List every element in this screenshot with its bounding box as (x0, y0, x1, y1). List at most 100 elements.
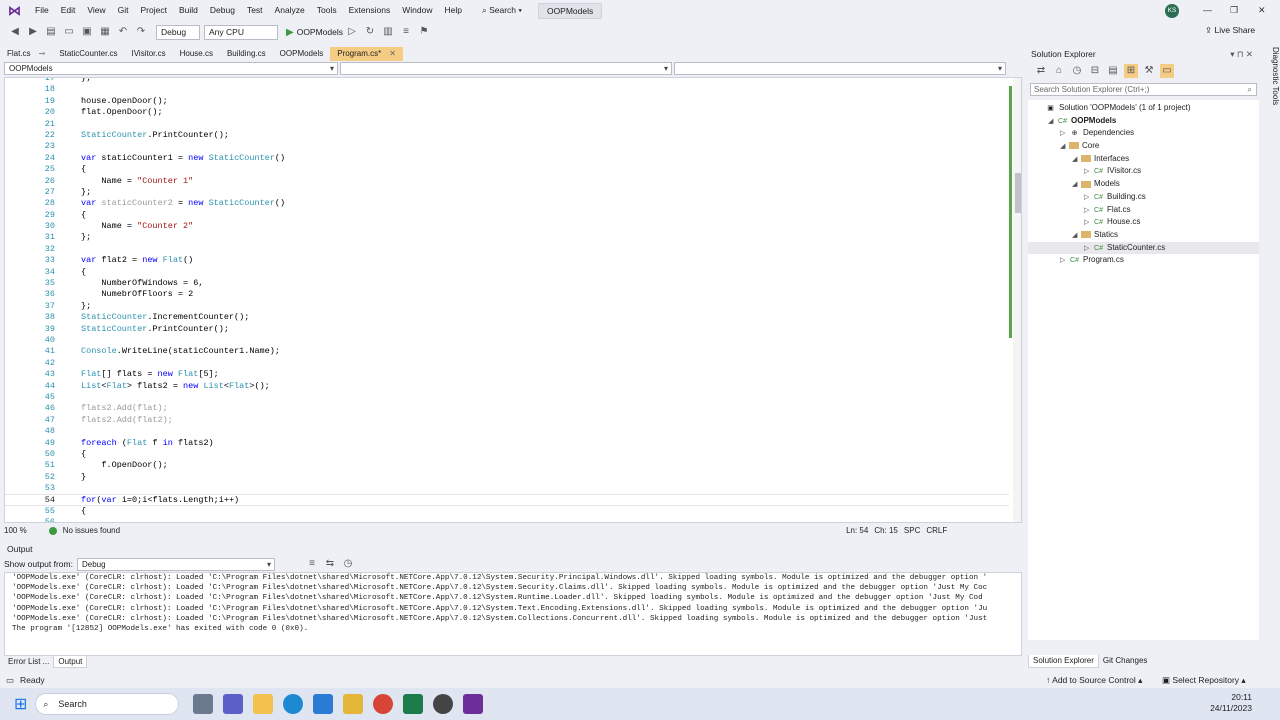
configuration-dropdown[interactable]: Debug (156, 24, 200, 40)
tree-node[interactable]: ▷ C# House.cs (1028, 216, 1259, 229)
code-line[interactable]: 27}; (5, 187, 1009, 198)
code-text[interactable]: f.OpenDoor(); (81, 460, 167, 471)
code-text[interactable]: StaticCounter.IncrementCounter(); (81, 312, 249, 323)
menu-item-test[interactable]: Test (241, 0, 269, 21)
tree-node[interactable]: ▷ C# StaticCounter.cs (1028, 241, 1259, 255)
code-line[interactable]: 47 flats2.Add(flat2); (5, 415, 1009, 426)
live-share-button[interactable]: ⇪ Live Share (1205, 25, 1255, 36)
code-line[interactable]: 39 StaticCounter.PrintCounter(); (5, 324, 1009, 335)
tree-node[interactable]: ▣ Solution 'OOPModels' (1 of 1 project) (1028, 102, 1259, 115)
show-all-files-icon[interactable]: ▤ (1106, 64, 1120, 78)
code-text[interactable]: StaticCounter.PrintCounter(); (81, 324, 229, 335)
restore-icon[interactable]: ❐ (1230, 5, 1238, 16)
code-text[interactable]: }; (81, 78, 91, 84)
sync-icon[interactable]: ⇄ (1034, 64, 1048, 78)
redo-icon[interactable]: ↷ (134, 25, 148, 39)
code-text[interactable]: Name = "Counter 1" (81, 176, 193, 187)
tab-building-cs[interactable]: Building.cs (220, 47, 273, 61)
menu-item-file[interactable]: File (29, 0, 55, 21)
project-dropdown[interactable]: OOPModels (4, 62, 338, 75)
code-text[interactable]: foreach (Flat f in flats2) (81, 438, 214, 449)
menu-item-analyze[interactable]: Analyze (269, 0, 311, 21)
code-line[interactable]: 55 { (5, 506, 1009, 517)
code-line[interactable]: 44 List<Flat> flats2 = new List<Flat>(); (5, 381, 1009, 392)
menu-item-extensions[interactable]: Extensions (343, 0, 397, 21)
minimize-icon[interactable]: — (1203, 5, 1212, 15)
edge-icon[interactable] (283, 694, 304, 714)
select-repository[interactable]: ▣ Select Repository ▴ (1162, 675, 1246, 686)
code-line[interactable]: 51 f.OpenDoor(); (5, 460, 1009, 471)
solution-search-input[interactable]: Search Solution Explorer (Ctrl+;) ⌕ (1030, 83, 1257, 96)
filter-icon[interactable]: ⊞ (1124, 64, 1138, 78)
open-icon[interactable]: ▭ (62, 25, 76, 39)
close-icon[interactable]: ✕ (1258, 5, 1266, 16)
bottom-tab-error-list----[interactable]: Error List ... (4, 656, 53, 668)
code-line[interactable]: 21 (5, 119, 1009, 130)
tab-oopmodels[interactable]: OOPModels (273, 47, 331, 61)
code-line[interactable]: 50 { (5, 449, 1009, 460)
tab-ivisitor-cs[interactable]: IVisitor.cs (125, 47, 173, 61)
tree-node[interactable]: ◢ Models (1028, 178, 1259, 191)
code-line[interactable]: 29 { (5, 210, 1009, 221)
search-button[interactable]: ⌕ Search ▾ (476, 5, 528, 16)
code-line[interactable]: 35 NumberOfWindows = 6, (5, 278, 1009, 289)
save-all-icon[interactable]: ▦ (98, 25, 112, 39)
tree-node[interactable]: ◢ C# OOPModels (1028, 115, 1259, 128)
code-line[interactable]: 49 foreach (Flat f in flats2) (5, 438, 1009, 449)
code-text[interactable]: house.OpenDoor(); (81, 96, 168, 107)
code-text[interactable]: Flat[] flats = new Flat[5]; (81, 369, 219, 380)
hot-reload-icon[interactable]: ↻ (363, 25, 377, 39)
chrome-icon[interactable] (373, 694, 394, 714)
type-dropdown[interactable] (340, 62, 672, 75)
visual-studio-logo-icon[interactable]: ⋈ (8, 4, 22, 17)
menu-item-edit[interactable]: Edit (55, 0, 82, 21)
preview-icon[interactable]: ▭ (1160, 64, 1174, 78)
se-tab-git-changes[interactable]: Git Changes (1099, 655, 1151, 668)
se-tab-solution-explorer[interactable]: Solution Explorer (1028, 655, 1099, 668)
folder-icon[interactable] (343, 694, 364, 714)
windows-start-icon[interactable]: ⊞ (14, 694, 27, 714)
code-line[interactable]: 24 var staticCounter1 = new StaticCounter… (5, 153, 1009, 164)
clock-icon[interactable]: ◷ (341, 557, 355, 571)
code-text[interactable]: } (81, 472, 86, 483)
code-line[interactable]: 48 (5, 426, 1009, 437)
code-line[interactable]: 45 (5, 392, 1009, 403)
diagnostic-tools-tab[interactable]: Diagnostic Tools (1262, 47, 1280, 147)
menu-item-tools[interactable]: Tools (311, 0, 343, 21)
add-to-source-control[interactable]: ↑ Add to Source Control ▴ (1046, 675, 1142, 686)
app-icon[interactable] (403, 694, 424, 714)
code-text[interactable]: { (81, 164, 86, 175)
code-text[interactable]: { (81, 267, 86, 278)
run-target-button[interactable]: OOPModels (297, 27, 343, 37)
menu-item-window[interactable]: Window (396, 0, 438, 21)
tree-node[interactable]: ▷ C# Flat.cs (1028, 204, 1259, 217)
back-icon[interactable]: ◀ (8, 25, 22, 39)
code-text[interactable]: flat.OpenDoor(); (81, 107, 163, 118)
save-icon[interactable]: ▣ (80, 25, 94, 39)
tree-node[interactable]: ◢ Core (1028, 140, 1259, 153)
code-line[interactable]: 46 flats2.Add(flat); (5, 403, 1009, 414)
code-line[interactable]: 41 Console.WriteLine(staticCounter1.Name)… (5, 346, 1009, 357)
menu-item-build[interactable]: Build (173, 0, 204, 21)
code-line[interactable]: 26 Name = "Counter 1" (5, 176, 1009, 187)
start-without-debugging-icon[interactable]: ▷ (345, 25, 359, 39)
output-log[interactable]: 'OOPModels.exe' (CoreCLR: clrhost): Load… (4, 572, 1022, 656)
zoom-level[interactable]: 100 % (4, 526, 27, 535)
code-line[interactable]: 33 var flat2 = new Flat() (5, 255, 1009, 266)
editor-scroll-thumb[interactable] (1015, 173, 1021, 213)
code-text[interactable]: List<Flat> flats2 = new List<Flat>(); (81, 381, 270, 392)
toolbox-icon[interactable]: ▥ (381, 25, 395, 39)
code-text[interactable]: Name = "Counter 2" (81, 221, 193, 232)
whitespace-indicator[interactable]: SPC (904, 526, 920, 535)
code-line[interactable]: 22 StaticCounter.PrintCounter(); (5, 130, 1009, 141)
menu-item-view[interactable]: View (81, 0, 111, 21)
code-text[interactable]: { (81, 449, 86, 460)
bookmark-icon[interactable]: ⚑ (417, 25, 431, 39)
code-line[interactable]: 38 StaticCounter.IncrementCounter(); (5, 312, 1009, 323)
tree-node[interactable]: ▷ C# IVisitor.cs (1028, 165, 1259, 178)
tree-node[interactable]: ◢ Statics (1028, 229, 1259, 242)
code-line[interactable]: 42 (5, 358, 1009, 369)
code-text[interactable]: var flat2 = new Flat() (81, 255, 193, 266)
code-line[interactable]: 43 Flat[] flats = new Flat[5]; (5, 369, 1009, 380)
teams-icon[interactable] (223, 694, 244, 714)
